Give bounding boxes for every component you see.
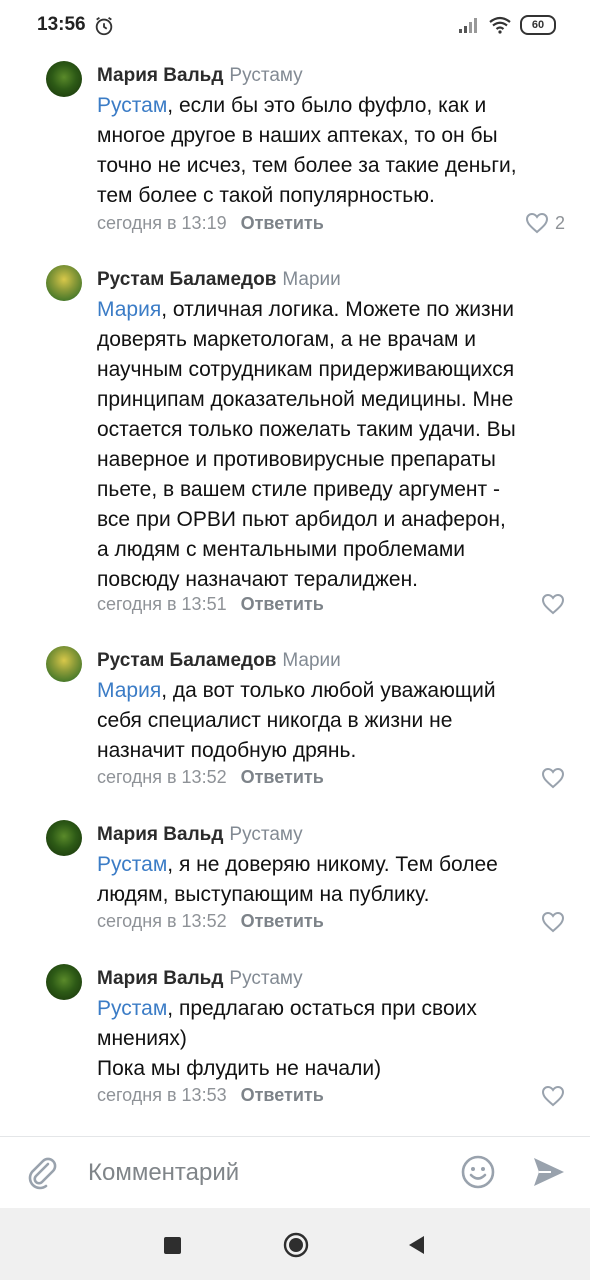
emoji-icon[interactable] (460, 1154, 496, 1190)
comment-time: сегодня в 13:19 (97, 213, 227, 233)
comment-time: сегодня в 13:53 (97, 1085, 227, 1105)
comment-meta: сегодня в 13:19 Ответить (97, 213, 324, 234)
recent-apps-button[interactable] (164, 1237, 181, 1254)
reply-button[interactable]: Ответить (241, 767, 324, 787)
avatar[interactable] (46, 646, 82, 682)
avatar[interactable] (46, 820, 82, 856)
avatar[interactable] (46, 964, 82, 1000)
comment-reply-to[interactable]: Рустаму (229, 65, 302, 86)
comment-header: Мария Вальд Рустаму (97, 824, 303, 846)
comment-mention[interactable]: Мария (97, 679, 161, 702)
comment-text: Мария, отличная логика. Можете по жизни … (97, 298, 516, 591)
reply-button[interactable]: Ответить (241, 213, 324, 233)
heart-icon (541, 593, 565, 615)
comment-reply-to[interactable]: Марии (282, 269, 340, 290)
comment-header: Мария Вальд Рустаму (97, 65, 303, 87)
heart-icon (541, 1085, 565, 1107)
comment-composer (0, 1137, 590, 1207)
comment-mention[interactable]: Рустам (97, 94, 167, 117)
back-button[interactable] (407, 1235, 425, 1255)
comment-meta: сегодня в 13:52 Ответить (97, 911, 324, 932)
heart-icon (525, 212, 548, 234)
comment-meta: сегодня в 13:52 Ответить (97, 767, 324, 788)
comment-header: Рустам Баламедов Марии (97, 650, 341, 672)
comment-reply-to[interactable]: Рустаму (229, 968, 302, 989)
comment-meta: сегодня в 13:53 Ответить (97, 1085, 324, 1106)
send-icon[interactable] (531, 1155, 567, 1189)
battery-indicator: 60 (520, 15, 556, 35)
comment-author[interactable]: Мария Вальд (97, 968, 223, 989)
comment-input[interactable] (86, 1151, 450, 1195)
comment-text: Рустам, если бы это было фуфло, как и мн… (97, 94, 517, 207)
status-time: 13:56 (37, 14, 86, 35)
comment-mention[interactable]: Рустам (97, 997, 167, 1020)
home-button[interactable] (283, 1232, 309, 1258)
comment-header: Рустам Баламедов Марии (97, 269, 341, 291)
comment-author[interactable]: Мария Вальд (97, 824, 223, 845)
system-navigation-bar (0, 1208, 590, 1280)
avatar[interactable] (46, 61, 82, 97)
like-count: 2 (554, 212, 565, 233)
like-button[interactable] (541, 911, 565, 933)
signal-icon (459, 18, 477, 33)
like-button[interactable] (541, 1085, 565, 1107)
heart-icon (541, 767, 565, 789)
comment-time: сегодня в 13:52 (97, 767, 227, 787)
wifi-icon (489, 16, 511, 34)
alarm-icon (95, 16, 113, 36)
comment-text: Мария, да вот только любой уважающий себ… (97, 679, 496, 762)
attach-icon[interactable] (24, 1154, 60, 1190)
reply-button[interactable]: Ответить (241, 594, 324, 614)
like-button[interactable]: 2 (525, 212, 565, 234)
comment-mention[interactable]: Мария (97, 298, 161, 321)
comment-header: Мария Вальд Рустаму (97, 968, 303, 990)
reply-button[interactable]: Ответить (241, 1085, 324, 1105)
comment-meta: сегодня в 13:51 Ответить (97, 594, 324, 615)
like-button[interactable] (541, 593, 565, 615)
comment-text: Рустам, предлагаю остаться при своих мне… (97, 997, 477, 1080)
comment-reply-to[interactable]: Марии (282, 650, 340, 671)
comment-author[interactable]: Рустам Баламедов (97, 650, 276, 671)
comment-author[interactable]: Мария Вальд (97, 65, 223, 86)
comment-text: Рустам, я не доверяю никому. Тем более л… (97, 853, 498, 906)
comment-mention[interactable]: Рустам (97, 853, 167, 876)
status-bar: 13:56 60 (0, 0, 590, 52)
comment-time: сегодня в 13:51 (97, 594, 227, 614)
like-button[interactable] (541, 767, 565, 789)
comment-time: сегодня в 13:52 (97, 911, 227, 931)
reply-button[interactable]: Ответить (241, 911, 324, 931)
comment-reply-to[interactable]: Рустаму (229, 824, 302, 845)
comment-author[interactable]: Рустам Баламедов (97, 269, 276, 290)
heart-icon (541, 911, 565, 933)
avatar[interactable] (46, 265, 82, 301)
